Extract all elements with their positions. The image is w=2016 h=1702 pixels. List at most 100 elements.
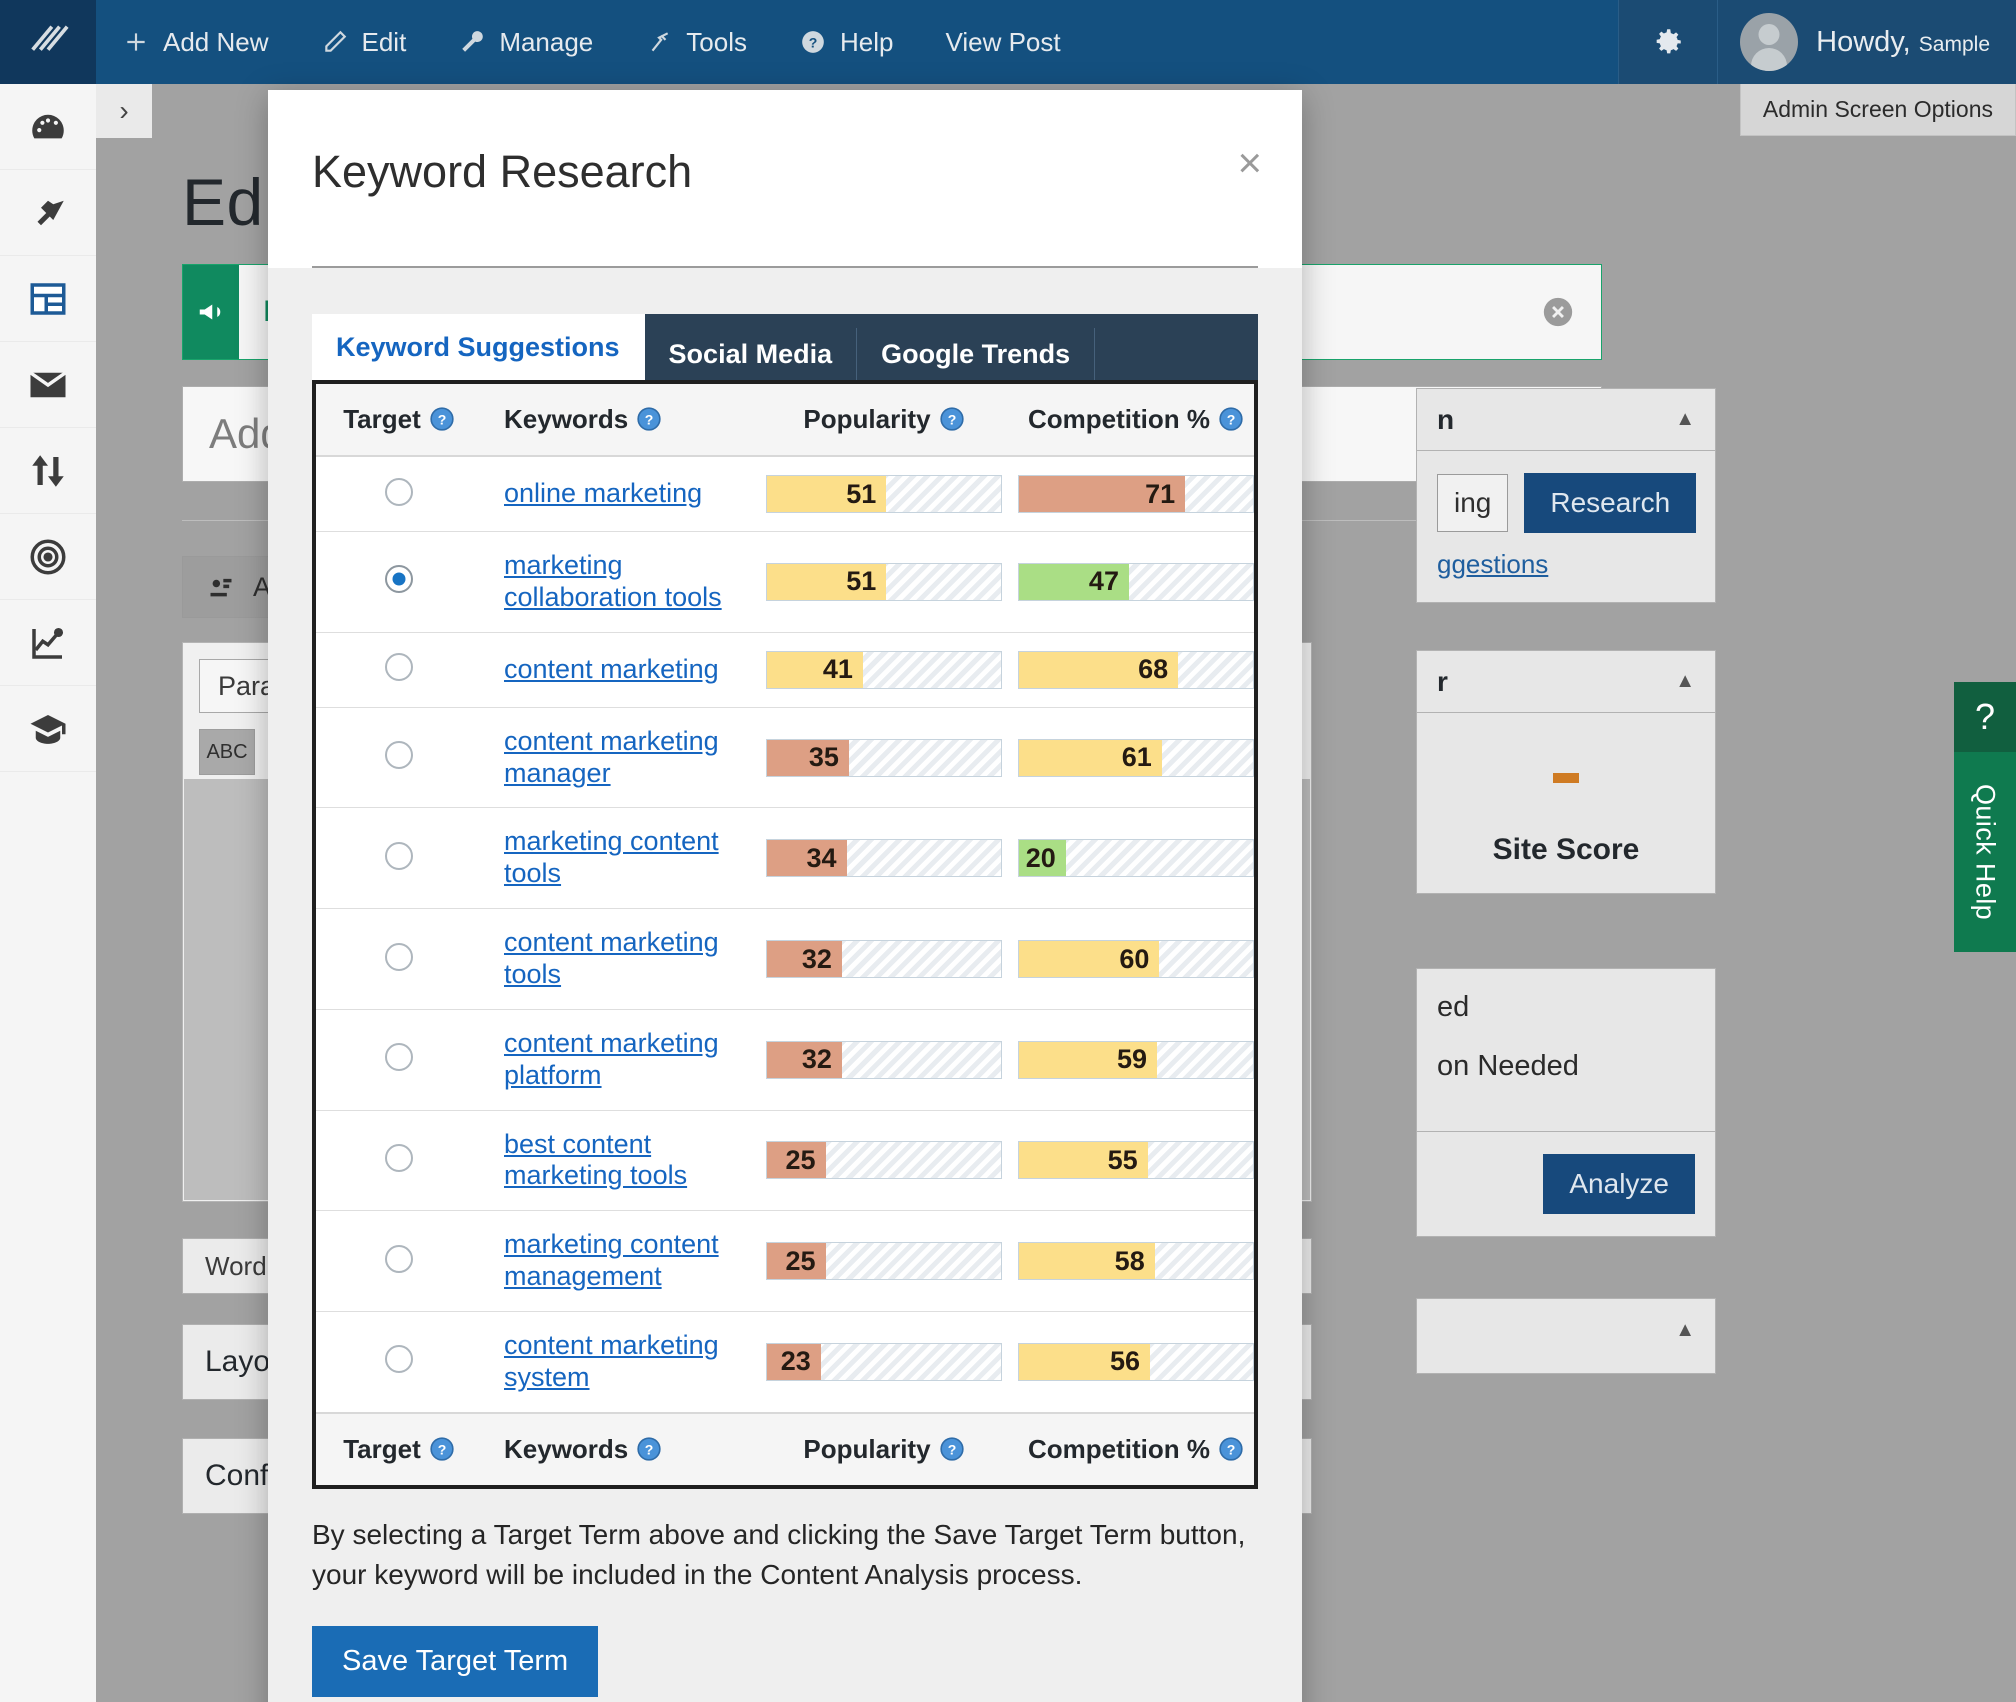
target-radio[interactable] bbox=[385, 653, 413, 682]
question-help-icon[interactable]: ? bbox=[1218, 406, 1244, 432]
admin-menu-add-new[interactable]: Add New bbox=[96, 0, 295, 84]
popularity-bar: 23 bbox=[766, 1342, 1002, 1381]
rail-item-dashboard[interactable] bbox=[0, 84, 96, 170]
rail-item-mail[interactable] bbox=[0, 342, 96, 428]
quick-help-label-wrap[interactable]: Quick Help bbox=[1954, 752, 2016, 952]
strikethrough-button[interactable]: ABC bbox=[199, 729, 255, 775]
target-radio[interactable] bbox=[385, 565, 413, 594]
rail-item-target[interactable] bbox=[0, 514, 96, 600]
competition-value: 61 bbox=[1121, 742, 1152, 773]
target-cell bbox=[316, 707, 482, 808]
competition-bar: 47 bbox=[1018, 562, 1254, 601]
rail-item-learn[interactable] bbox=[0, 686, 96, 772]
target-radio[interactable] bbox=[385, 741, 413, 770]
popularity-bar-fill: 25 bbox=[767, 1243, 826, 1280]
widget-header-extra[interactable]: ▲ bbox=[1417, 1299, 1715, 1361]
popularity-cell: 25 bbox=[750, 1110, 1018, 1211]
popularity-bar: 34 bbox=[766, 839, 1002, 878]
admin-menu-manage[interactable]: Manage bbox=[432, 0, 619, 84]
save-target-term-button[interactable]: Save Target Term bbox=[312, 1625, 599, 1697]
site-logo-icon[interactable] bbox=[0, 0, 96, 84]
keyword-cell: content marketing bbox=[482, 632, 750, 707]
table-row[interactable]: marketing collaboration tools 51 47 bbox=[316, 532, 1254, 633]
rail-item-build[interactable] bbox=[0, 170, 96, 256]
quick-help-tab[interactable]: ? Quick Help bbox=[1954, 682, 2016, 952]
target-radio[interactable] bbox=[385, 1345, 413, 1374]
table-row[interactable]: content marketing tools 32 60 bbox=[316, 909, 1254, 1010]
question-help-icon[interactable]: ? bbox=[636, 406, 662, 432]
target-radio[interactable] bbox=[385, 477, 413, 506]
keyword-link[interactable]: content marketing manager bbox=[504, 726, 750, 790]
table-row[interactable]: content marketing system 23 56 bbox=[316, 1312, 1254, 1413]
table-row[interactable]: marketing content tools 34 20 bbox=[316, 808, 1254, 909]
popularity-bar: 41 bbox=[766, 650, 1002, 689]
question-help-icon[interactable]: ? bbox=[939, 1436, 965, 1462]
keyword-link[interactable]: best content marketing tools bbox=[504, 1129, 750, 1193]
question-help-icon[interactable]: ? bbox=[1218, 1436, 1244, 1462]
rail-item-pages[interactable] bbox=[0, 256, 96, 342]
table-row[interactable]: best content marketing tools 25 55 bbox=[316, 1110, 1254, 1211]
keyword-link[interactable]: content marketing tools bbox=[504, 927, 750, 991]
account-menu[interactable]: Howdy, Sample bbox=[1718, 0, 2016, 84]
keyword-link[interactable]: content marketing bbox=[504, 654, 719, 686]
collapse-caret-icon[interactable]: ▲ bbox=[1675, 408, 1695, 431]
tab-google-trends[interactable]: Google Trends bbox=[857, 328, 1096, 380]
admin-menu-help[interactable]: ? Help bbox=[773, 0, 919, 84]
tab-keyword-suggestions[interactable]: Keyword Suggestions bbox=[312, 314, 645, 380]
help-mark-icon[interactable]: ? bbox=[1954, 682, 2016, 752]
rail-item-transfer[interactable] bbox=[0, 428, 96, 514]
suggestions-link[interactable]: ggestions bbox=[1437, 549, 1695, 580]
competition-bar: 56 bbox=[1018, 1342, 1254, 1381]
svg-text:?: ? bbox=[1227, 411, 1236, 427]
footer-competition: Competition %? bbox=[1018, 1412, 1254, 1485]
competition-cell: 58 bbox=[1018, 1211, 1254, 1312]
tab-social-media[interactable]: Social Media bbox=[645, 328, 858, 380]
howdy-prefix: Howdy, bbox=[1816, 25, 1911, 58]
target-radio[interactable] bbox=[385, 942, 413, 971]
popularity-cell: 34 bbox=[750, 808, 1018, 909]
table-row[interactable]: content marketing manager 35 61 bbox=[316, 707, 1254, 808]
target-cell bbox=[316, 1009, 482, 1110]
popularity-cell: 51 bbox=[750, 456, 1018, 532]
table-row[interactable]: online marketing 51 71 bbox=[316, 456, 1254, 532]
popularity-value: 23 bbox=[780, 1346, 811, 1377]
question-help-icon[interactable]: ? bbox=[429, 1436, 455, 1462]
competition-value: 68 bbox=[1138, 654, 1169, 685]
collapse-caret-icon[interactable]: ▲ bbox=[1675, 670, 1695, 693]
admin-menu-tools[interactable]: Tools bbox=[619, 0, 773, 84]
close-icon[interactable]: × bbox=[1237, 142, 1262, 184]
question-help-icon[interactable]: ? bbox=[636, 1436, 662, 1462]
keyword-link[interactable]: marketing content tools bbox=[504, 826, 750, 890]
competition-bar-fill: 59 bbox=[1019, 1041, 1158, 1078]
settings-gear-button[interactable] bbox=[1618, 0, 1719, 84]
target-radio[interactable] bbox=[385, 841, 413, 870]
modal-tabs: Keyword Suggestions Social Media Google … bbox=[312, 314, 1258, 380]
target-radio[interactable] bbox=[385, 1043, 413, 1072]
question-circle-icon: ? bbox=[799, 28, 827, 56]
keyword-link[interactable]: online marketing bbox=[504, 478, 702, 510]
rail-expand-toggle[interactable]: › bbox=[96, 84, 152, 138]
table-row[interactable]: content marketing 41 68 bbox=[316, 632, 1254, 708]
research-button[interactable]: Research bbox=[1524, 473, 1697, 533]
widget-header-keyword[interactable]: n ▲ bbox=[1417, 389, 1715, 451]
target-radio[interactable] bbox=[385, 1143, 413, 1172]
admin-menu-edit[interactable]: Edit bbox=[295, 0, 433, 84]
admin-screen-options-tab[interactable]: Admin Screen Options bbox=[1739, 84, 2016, 136]
question-help-icon[interactable]: ? bbox=[939, 406, 965, 432]
widget-header-score[interactable]: r ▲ bbox=[1417, 651, 1715, 713]
keyword-link[interactable]: content marketing system bbox=[504, 1330, 750, 1394]
analyze-button[interactable]: Analyze bbox=[1543, 1154, 1695, 1214]
table-row[interactable]: marketing content management 25 58 bbox=[316, 1211, 1254, 1312]
keyword-cell: content marketing tools bbox=[482, 909, 750, 1010]
keyword-input[interactable]: ing bbox=[1437, 474, 1509, 532]
collapse-caret-icon[interactable]: ▲ bbox=[1675, 1319, 1695, 1342]
table-row[interactable]: content marketing platform 32 59 bbox=[316, 1009, 1254, 1111]
question-help-icon[interactable]: ? bbox=[429, 406, 455, 432]
target-radio[interactable] bbox=[385, 1244, 413, 1273]
keyword-link[interactable]: content marketing platform bbox=[504, 1028, 750, 1092]
notice-close-icon[interactable] bbox=[1541, 265, 1601, 359]
keyword-link[interactable]: marketing collaboration tools bbox=[504, 550, 750, 614]
keyword-link[interactable]: marketing content management bbox=[504, 1229, 750, 1293]
admin-menu-view-post[interactable]: View Post bbox=[919, 0, 1086, 84]
rail-item-analytics[interactable] bbox=[0, 600, 96, 686]
